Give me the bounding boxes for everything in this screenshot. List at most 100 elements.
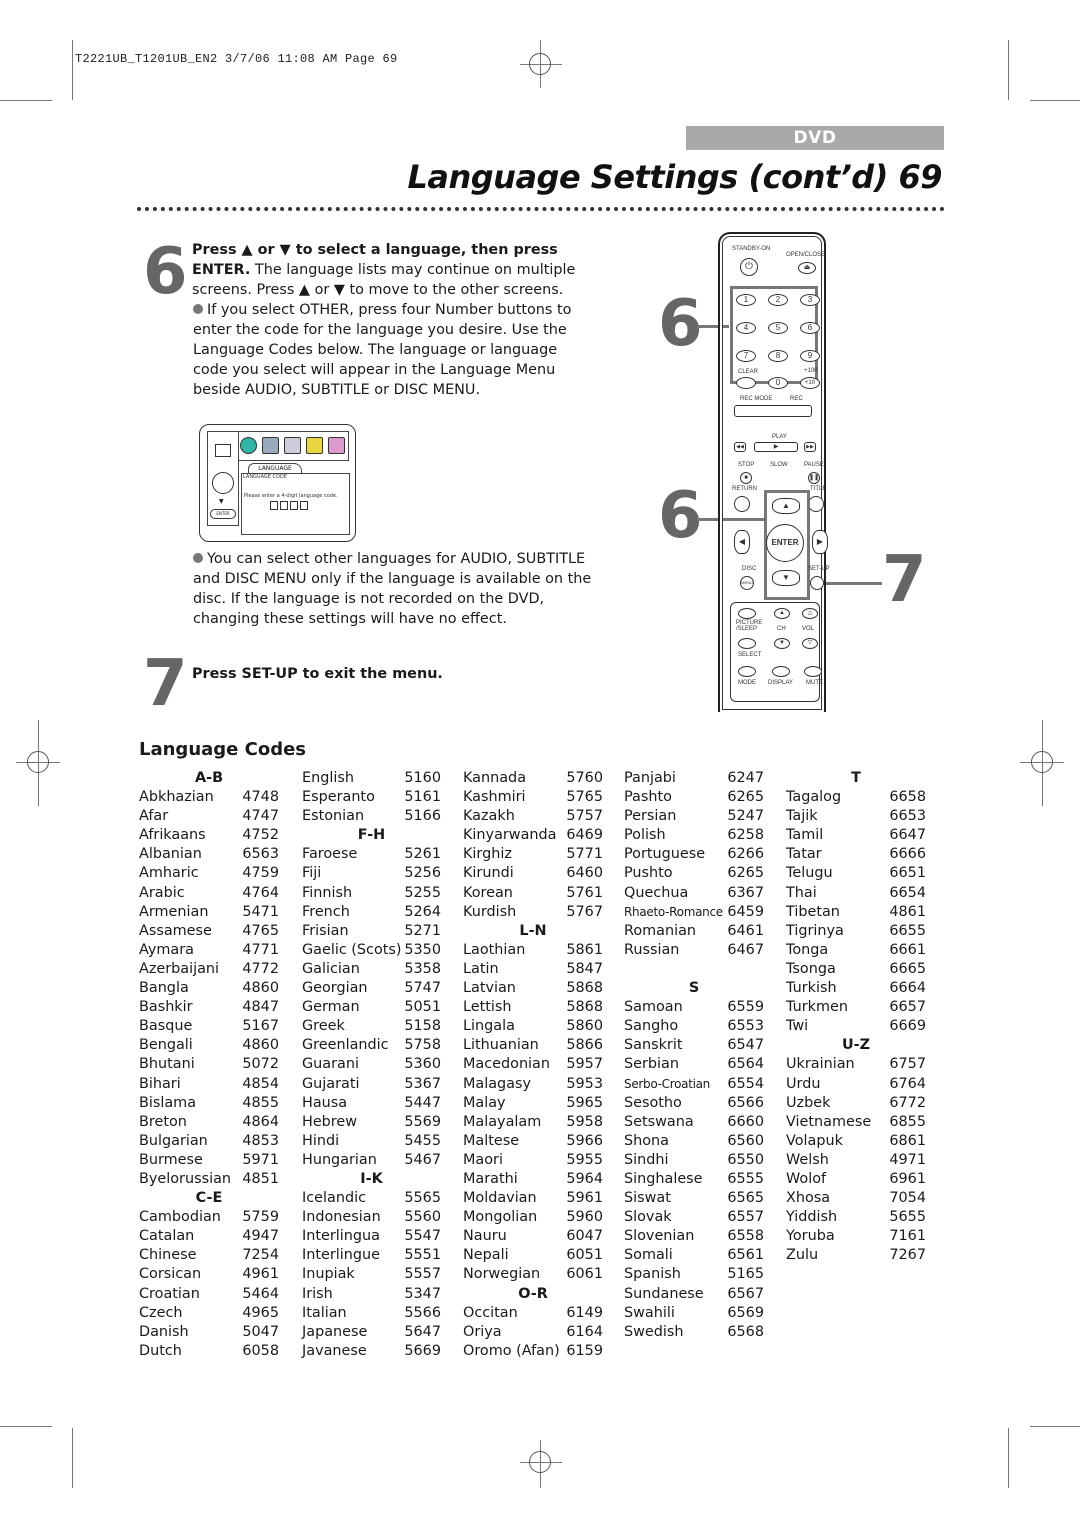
crop-mark <box>1008 40 1009 100</box>
dvd-badge: DVD <box>686 126 944 150</box>
language-row: Bengali 4860 <box>139 1036 279 1055</box>
vol-down-icon: ▽ <box>802 638 818 649</box>
language-code: 6469 <box>566 827 603 844</box>
title-button <box>808 496 824 512</box>
osd-menu-icons <box>238 431 349 461</box>
language-name: Bihari <box>139 1075 181 1092</box>
language-name: Gaelic (Scots) <box>302 941 402 958</box>
registration-circle <box>529 1451 551 1473</box>
ch-label: CH <box>777 626 786 632</box>
settings-icon <box>328 437 345 454</box>
language-name: Georgian <box>302 980 368 997</box>
language-row: Tagalog 6658 <box>786 788 926 807</box>
language-code: 5047 <box>242 1323 279 1340</box>
language-name: Bhutani <box>139 1056 195 1073</box>
crop-mark <box>1030 1426 1080 1427</box>
language-code: 5757 <box>566 808 603 825</box>
language-code: 5767 <box>566 903 603 920</box>
language-row: Abkhazian 4748 <box>139 788 279 807</box>
eject-icon: ⏏ <box>798 262 816 274</box>
language-row: Quechua 6367 <box>624 884 764 903</box>
language-name: Wolof <box>786 1170 827 1187</box>
language-name: Bangla <box>139 980 189 997</box>
language-name: Czech <box>139 1304 183 1321</box>
step-6-bullet-availability: You can select other languages for AUDIO… <box>193 549 593 629</box>
language-code: 4847 <box>242 999 279 1016</box>
digit-1-button: 1 <box>736 294 756 306</box>
language-row: Romanian 6461 <box>624 922 764 941</box>
language-row: Aymara 4771 <box>139 941 279 960</box>
language-row: Breton 4864 <box>139 1113 279 1132</box>
language-name: Greek <box>302 1018 345 1035</box>
language-row: Macedonian 5957 <box>463 1055 603 1074</box>
language-row: Ukrainian 6757 <box>786 1055 926 1074</box>
language-code: 5471 <box>242 903 279 920</box>
language-row: Slovenian 6558 <box>624 1227 764 1246</box>
language-name: Estonian <box>302 808 365 825</box>
language-name: Irish <box>302 1285 333 1302</box>
picture-sleep-button <box>738 608 756 619</box>
language-name: Setswana <box>624 1113 694 1130</box>
language-name: Maori <box>463 1151 503 1168</box>
language-code: 5868 <box>566 980 603 997</box>
language-code: 4752 <box>242 827 279 844</box>
language-row: Estonian 5166 <box>302 807 441 826</box>
language-code: 5551 <box>404 1247 441 1264</box>
language-code: 6367 <box>727 884 764 901</box>
language-code: 5669 <box>404 1342 441 1359</box>
language-code: 4764 <box>242 884 279 901</box>
language-code: 5565 <box>404 1190 441 1207</box>
language-code: 4861 <box>889 903 926 920</box>
slow-label: SLOW <box>770 462 788 468</box>
remote-control-illustration: STANDBY-ON ⏻ OPEN/CLOSE ⏏ CLEAR 0 +100 +… <box>718 232 830 712</box>
language-name: Siswat <box>624 1190 671 1207</box>
language-name: Basque <box>139 1018 193 1035</box>
select-label: SELECT <box>738 652 762 658</box>
title-label: TITLE <box>810 486 827 492</box>
registration-circle <box>27 751 49 773</box>
language-code: 5256 <box>404 865 441 882</box>
language-code: 5271 <box>404 922 441 939</box>
language-code: 6258 <box>727 827 764 844</box>
language-name: Singhalese <box>624 1170 703 1187</box>
language-codes-title: Language Codes <box>139 739 307 760</box>
language-code: 5360 <box>404 1056 441 1073</box>
language-row: Thai 6654 <box>786 884 926 903</box>
language-code: 4961 <box>242 1266 279 1283</box>
language-code: 5953 <box>566 1075 603 1092</box>
language-row: Telugu 6651 <box>786 864 926 883</box>
language-code: 6764 <box>889 1075 926 1092</box>
language-row: Portuguese 6266 <box>624 845 764 864</box>
language-name: Kurdish <box>463 903 517 920</box>
language-row: English 5160 <box>302 769 441 788</box>
language-name: Greenlandic <box>302 1037 389 1054</box>
language-row: Malayalam 5958 <box>463 1113 603 1132</box>
language-name: Frisian <box>302 922 349 939</box>
language-name: Tigrinya <box>786 922 844 939</box>
language-row: Corsican 4961 <box>139 1265 279 1284</box>
language-code: 6547 <box>727 1037 764 1054</box>
vol-label: VOL <box>802 626 815 632</box>
language-name: Faroese <box>302 846 358 863</box>
picture-sleep-label: PICTURE /SLEEP <box>736 620 763 632</box>
mute-label: MUTE <box>806 680 823 686</box>
language-code: 6058 <box>242 1342 279 1359</box>
language-row: Malay 5965 <box>463 1094 603 1113</box>
language-code: 5560 <box>404 1209 441 1226</box>
rec-label: REC <box>790 396 803 402</box>
language-code: 4864 <box>242 1113 279 1130</box>
language-row: Javanese 5669 <box>302 1342 441 1361</box>
language-code: 6660 <box>727 1113 764 1130</box>
language-row: Bulgarian 4853 <box>139 1132 279 1151</box>
language-row: Maori 5955 <box>463 1151 603 1170</box>
crop-mark <box>0 1426 52 1427</box>
language-code: 6164 <box>566 1323 603 1340</box>
language-row: Somali 6561 <box>624 1246 764 1265</box>
language-name: Lithuanian <box>463 1037 539 1054</box>
step-6-text: The language lists may continue on multi… <box>192 262 576 298</box>
language-name: Latin <box>463 960 499 977</box>
language-row: Chinese 7254 <box>139 1246 279 1265</box>
registration-circle <box>529 53 551 75</box>
language-row: Occitan 6149 <box>463 1304 603 1323</box>
language-row: Irish 5347 <box>302 1285 441 1304</box>
